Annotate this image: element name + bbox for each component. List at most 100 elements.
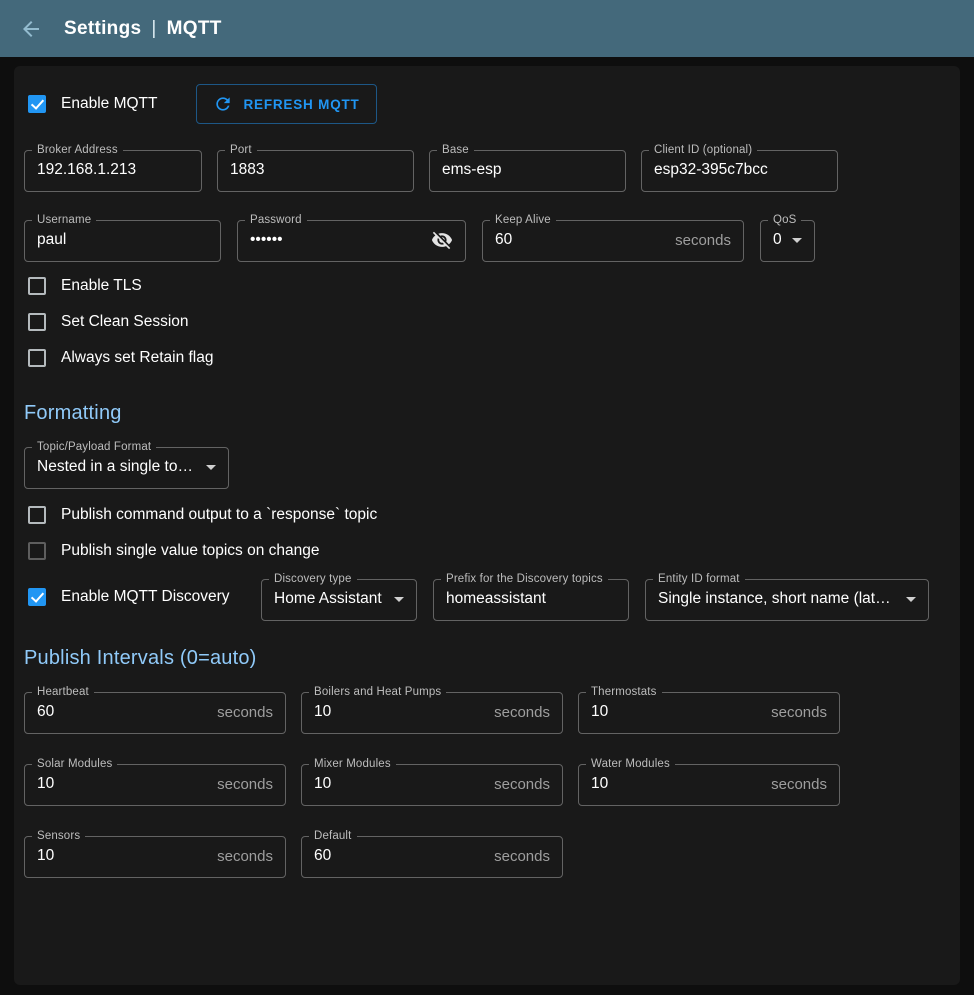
discovery-prefix-value[interactable]: homeassistant [446, 590, 546, 608]
interval-value[interactable]: 10 [37, 847, 54, 865]
qos-select[interactable]: QoS 0 [760, 214, 815, 262]
interval-suffix: seconds [217, 776, 273, 793]
interval-water-field[interactable]: Water Modules 10 seconds [578, 758, 840, 806]
checkbox-icon[interactable] [28, 95, 46, 113]
formatting-heading: Formatting [24, 402, 950, 425]
interval-thermostats-field[interactable]: Thermostats 10 seconds [578, 686, 840, 734]
topic-format-value[interactable]: Nested in a single topic [37, 458, 196, 476]
publish-single-checkbox[interactable]: Publish single value topics on change [24, 533, 320, 569]
username-value[interactable]: paul [37, 231, 66, 249]
interval-value[interactable]: 10 [314, 703, 331, 721]
enable-mqtt-label: Enable MQTT [61, 95, 157, 113]
interval-default-field[interactable]: Default 60 seconds [301, 830, 563, 878]
enable-tls-checkbox[interactable]: Enable TLS [24, 268, 142, 304]
entity-id-format-value[interactable]: Single instance, short name (latest) [658, 590, 896, 608]
field-label: Username [32, 214, 96, 226]
checkbox-icon[interactable] [28, 506, 46, 524]
breadcrumb-settings: Settings [64, 18, 141, 40]
clean-session-label: Set Clean Session [61, 313, 189, 331]
checkbox-icon[interactable] [28, 588, 46, 606]
client-id-field[interactable]: Client ID (optional) esp32-395c7bcc [641, 144, 838, 192]
app-header: Settings | MQTT [0, 0, 974, 57]
port-field[interactable]: Port 1883 [217, 144, 414, 192]
interval-suffix: seconds [771, 776, 827, 793]
password-field[interactable]: Password •••••• [237, 214, 466, 262]
refresh-icon [213, 94, 233, 114]
field-label: Heartbeat [32, 686, 94, 698]
interval-value[interactable]: 10 [591, 775, 608, 793]
breadcrumb-mqtt: MQTT [167, 18, 222, 40]
refresh-mqtt-button[interactable]: REFRESH MQTT [196, 84, 376, 124]
enable-mqtt-checkbox[interactable]: Enable MQTT [24, 86, 157, 122]
interval-value[interactable]: 10 [314, 775, 331, 793]
interval-value[interactable]: 60 [37, 703, 54, 721]
mqtt-settings-card: Enable MQTT REFRESH MQTT Broker Address … [14, 66, 960, 985]
dropdown-arrow-icon[interactable] [906, 597, 916, 602]
interval-sensors-field[interactable]: Sensors 10 seconds [24, 830, 286, 878]
interval-boilers-field[interactable]: Boilers and Heat Pumps 10 seconds [301, 686, 563, 734]
checkbox-icon[interactable] [28, 542, 46, 560]
discovery-type-select[interactable]: Discovery type Home Assistant [261, 573, 417, 621]
enable-discovery-checkbox[interactable]: Enable MQTT Discovery [24, 579, 245, 615]
dropdown-arrow-icon[interactable] [394, 597, 404, 602]
field-label: Topic/Payload Format [32, 441, 156, 453]
field-label: Port [225, 144, 257, 156]
field-label: Keep Alive [490, 214, 556, 226]
interval-heartbeat-field[interactable]: Heartbeat 60 seconds [24, 686, 286, 734]
keep-alive-value[interactable]: 60 [495, 231, 512, 249]
qos-value[interactable]: 0 [773, 231, 782, 249]
username-field[interactable]: Username paul [24, 214, 221, 262]
topic-format-select[interactable]: Topic/Payload Format Nested in a single … [24, 441, 229, 489]
field-label: Water Modules [586, 758, 675, 770]
retain-flag-label: Always set Retain flag [61, 349, 214, 367]
publish-response-checkbox[interactable]: Publish command output to a `response` t… [24, 497, 377, 533]
interval-suffix: seconds [494, 704, 550, 721]
password-value[interactable]: •••••• [250, 231, 283, 249]
field-label: Thermostats [586, 686, 662, 698]
clean-session-checkbox[interactable]: Set Clean Session [24, 304, 189, 340]
port-value[interactable]: 1883 [230, 161, 264, 179]
broker-address-field[interactable]: Broker Address 192.168.1.213 [24, 144, 202, 192]
publish-intervals-heading: Publish Intervals (0=auto) [24, 647, 950, 670]
enable-discovery-label: Enable MQTT Discovery [61, 588, 230, 606]
field-label: Sensors [32, 830, 85, 842]
refresh-mqtt-label: REFRESH MQTT [243, 97, 359, 112]
interval-solar-field[interactable]: Solar Modules 10 seconds [24, 758, 286, 806]
field-label: Entity ID format [653, 573, 745, 585]
publish-response-label: Publish command output to a `response` t… [61, 506, 377, 524]
field-label: Mixer Modules [309, 758, 396, 770]
enable-tls-label: Enable TLS [61, 277, 142, 295]
field-label: Discovery type [269, 573, 357, 585]
base-value[interactable]: ems-esp [442, 161, 501, 179]
discovery-type-value[interactable]: Home Assistant [274, 590, 382, 608]
keep-alive-field[interactable]: Keep Alive 60 seconds [482, 214, 744, 262]
interval-mixer-field[interactable]: Mixer Modules 10 seconds [301, 758, 563, 806]
client-id-value[interactable]: esp32-395c7bcc [654, 161, 768, 179]
field-label: Solar Modules [32, 758, 117, 770]
field-label: Default [309, 830, 357, 842]
interval-value[interactable]: 60 [314, 847, 331, 865]
dropdown-arrow-icon[interactable] [206, 465, 216, 470]
checkbox-icon[interactable] [28, 313, 46, 331]
checkbox-icon[interactable] [28, 349, 46, 367]
interval-value[interactable]: 10 [591, 703, 608, 721]
interval-suffix: seconds [494, 776, 550, 793]
discovery-prefix-field[interactable]: Prefix for the Discovery topics homeassi… [433, 573, 629, 621]
interval-suffix: seconds [771, 704, 827, 721]
broker-address-value[interactable]: 192.168.1.213 [37, 161, 136, 179]
field-label: Base [437, 144, 474, 156]
page-title: Settings | MQTT [64, 18, 222, 40]
interval-suffix: seconds [217, 704, 273, 721]
base-field[interactable]: Base ems-esp [429, 144, 626, 192]
entity-id-format-select[interactable]: Entity ID format Single instance, short … [645, 573, 929, 621]
retain-flag-checkbox[interactable]: Always set Retain flag [24, 340, 214, 376]
interval-value[interactable]: 10 [37, 775, 54, 793]
back-arrow-icon[interactable] [18, 16, 44, 42]
field-label: Password [245, 214, 307, 226]
field-label: Prefix for the Discovery topics [441, 573, 608, 585]
dropdown-arrow-icon[interactable] [792, 238, 802, 243]
visibility-off-icon[interactable] [431, 229, 453, 251]
field-label: Broker Address [32, 144, 123, 156]
keep-alive-suffix: seconds [675, 232, 731, 249]
checkbox-icon[interactable] [28, 277, 46, 295]
